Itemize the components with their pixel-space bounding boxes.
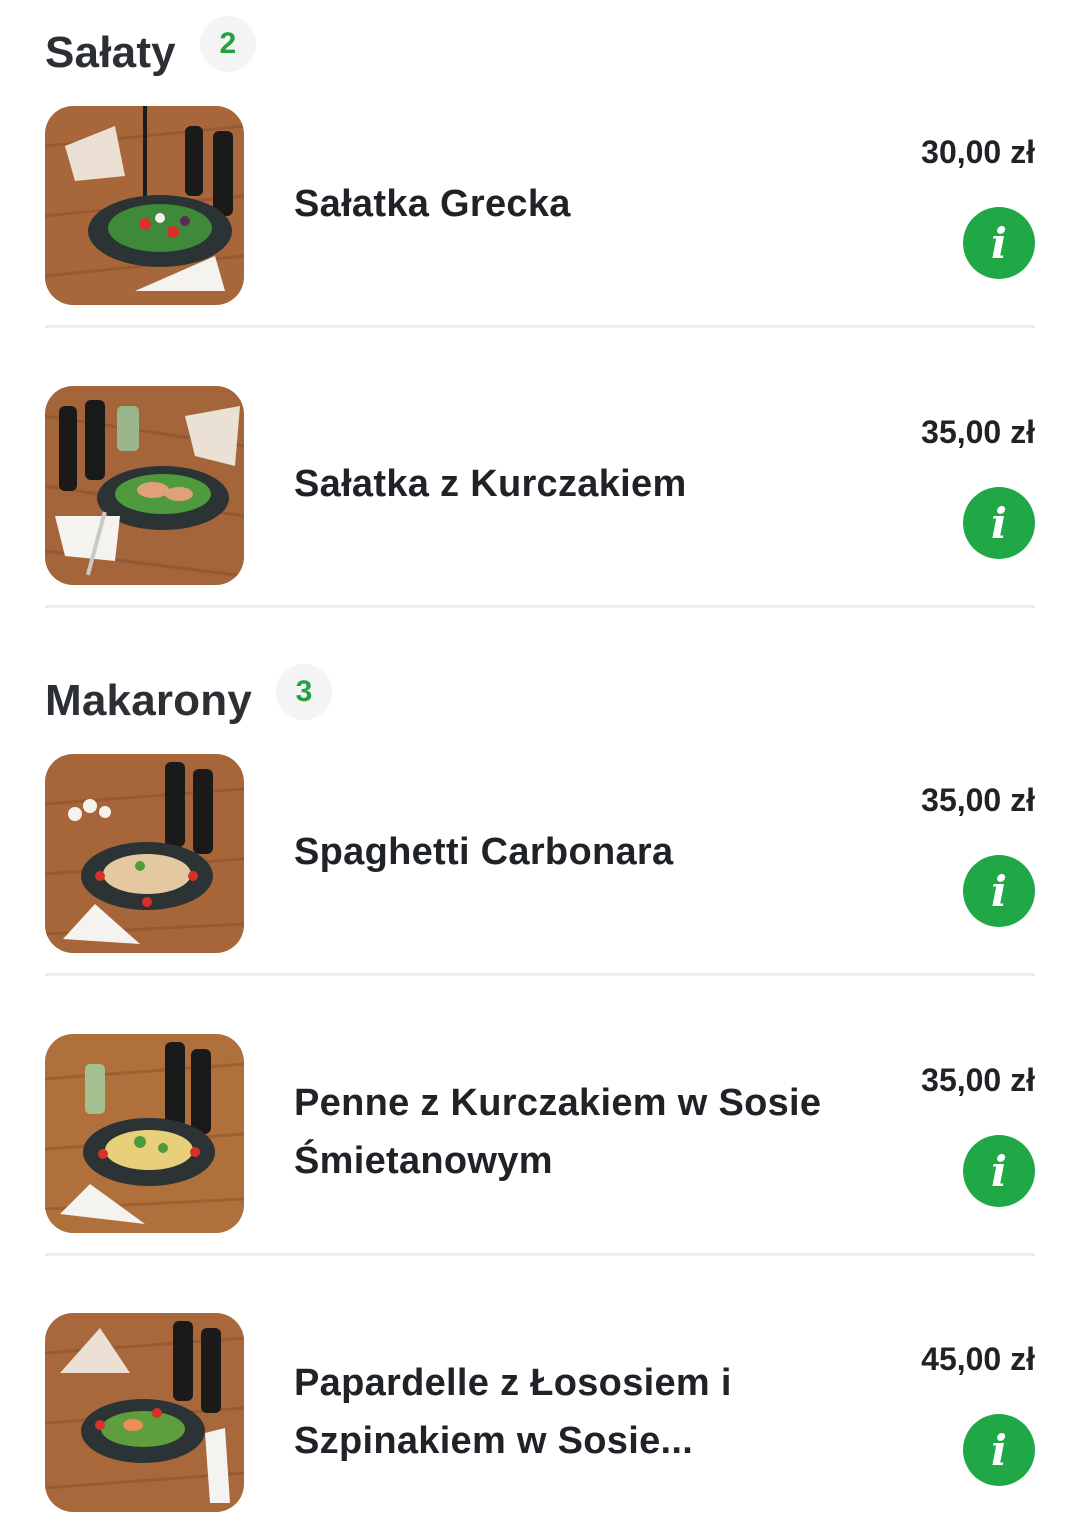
dish-price: 35,00 zł [921, 414, 1035, 450]
penne-chicken-photo [45, 1034, 244, 1233]
dish-photo [45, 1313, 244, 1512]
section-title: Makarony [45, 676, 253, 725]
dish-photo [45, 754, 244, 953]
dish-price: 35,00 zł [921, 782, 1035, 818]
dish-name[interactable]: Papardelle z Łososiem i Szpinakiem w Sos… [294, 1354, 854, 1470]
item-count-badge: 3 [276, 664, 333, 720]
menu-item[interactable]: Sałatka Grecka 30,00 zł i [45, 106, 1035, 328]
menu-item[interactable]: Sałatka z Kurczakiem 35,00 zł i [45, 386, 1035, 608]
section-header-salaty: Sałaty 2 [45, 16, 256, 88]
greek-salad-photo [45, 106, 244, 305]
spaghetti-carbonara-photo [45, 754, 244, 953]
dish-name[interactable]: Penne z Kurczakiem w Sosie Śmietanowym [294, 1074, 854, 1190]
dish-price: 45,00 zł [921, 1341, 1035, 1377]
section-title: Sałaty [45, 28, 176, 77]
menu-item[interactable]: Papardelle z Łososiem i Szpinakiem w Sos… [45, 1313, 1035, 1533]
info-button[interactable]: i [963, 1414, 1035, 1486]
menu-page: Sałaty 2 Sałatka Grecka 30,00 zł i Sałat… [0, 0, 1080, 1533]
info-button[interactable]: i [963, 487, 1035, 559]
menu-item[interactable]: Spaghetti Carbonara 35,00 zł i [45, 754, 1035, 976]
dish-name[interactable]: Sałatka z Kurczakiem [294, 455, 854, 513]
menu-item[interactable]: Penne z Kurczakiem w Sosie Śmietanowym 3… [45, 1034, 1035, 1256]
item-count-badge: 2 [199, 16, 256, 72]
dish-photo [45, 386, 244, 585]
chicken-salad-photo [45, 386, 244, 585]
papardelle-salmon-photo [45, 1313, 244, 1512]
dish-price: 35,00 zł [921, 1062, 1035, 1098]
dish-price: 30,00 zł [921, 134, 1035, 170]
dish-name[interactable]: Sałatka Grecka [294, 175, 854, 233]
info-button[interactable]: i [963, 855, 1035, 927]
dish-name[interactable]: Spaghetti Carbonara [294, 823, 854, 881]
info-button[interactable]: i [963, 207, 1035, 279]
section-header-makarony: Makarony 3 [45, 664, 333, 736]
dish-photo [45, 1034, 244, 1233]
info-button[interactable]: i [963, 1135, 1035, 1207]
dish-photo [45, 106, 244, 305]
